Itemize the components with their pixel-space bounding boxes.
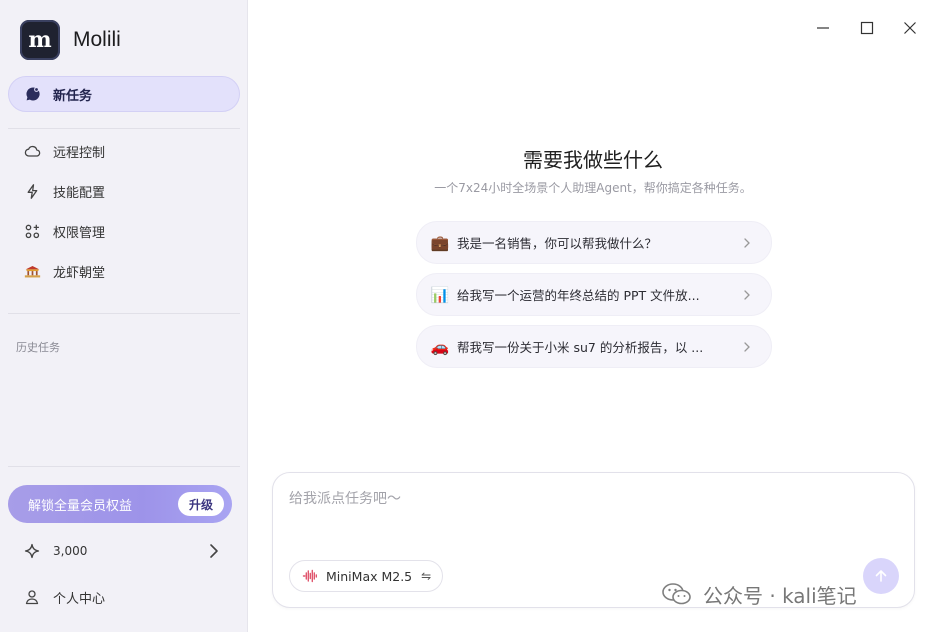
sidebar: m Molili 新任务 远程控制 技能配置 权限管理 龙虾朝堂 历史任务 解锁… [0, 0, 248, 632]
page-title: 需要我做些什么 [523, 148, 663, 172]
divider [8, 128, 240, 129]
suggestion-text: 给我写一个运营的年终总结的 PPT 文件放... [457, 288, 700, 303]
bar-chart-icon: 📊 [430, 285, 450, 304]
arrow-up-icon [875, 570, 887, 582]
sidebar-item-remote-control[interactable]: 远程控制 [24, 139, 105, 163]
divider [8, 313, 240, 314]
maximize-icon [860, 21, 874, 35]
chevron-right-icon [743, 341, 751, 353]
switch-model-icon: ⇋ [421, 569, 432, 583]
minimize-button[interactable] [812, 17, 834, 39]
suggestion-text: 帮我写一份关于小米 su7 的分析报告，以 ... [457, 340, 704, 355]
task-input[interactable] [289, 487, 889, 511]
watermark: 公众号 · kali笔记 [662, 580, 857, 608]
chevron-right-icon [208, 542, 220, 560]
sidebar-item-permissions[interactable]: 权限管理 [24, 219, 105, 243]
new-task-button[interactable]: 新任务 [8, 76, 240, 112]
history-section-title: 历史任务 [16, 341, 60, 354]
sidebar-item-label: 技能配置 [53, 185, 106, 201]
model-selector[interactable]: MiniMax M2.5 ⇋ [289, 560, 444, 592]
sparkle-icon [24, 543, 40, 559]
car-icon: 🚗 [430, 337, 450, 356]
minimax-logo-icon [302, 568, 318, 584]
brand: m Molili [20, 20, 121, 60]
model-name: MiniMax M2.5 [326, 568, 413, 584]
suggestion-ppt-summary[interactable]: 📊 给我写一个运营的年终总结的 PPT 文件放... [416, 273, 772, 316]
app-name: Molili [73, 28, 121, 51]
suggestion-sales[interactable]: 💼 我是一名销售，你可以帮我做什么？ [416, 221, 772, 264]
wechat-icon [662, 582, 692, 606]
profile-center-label: 个人中心 [53, 591, 106, 607]
logo-letter: m [28, 27, 52, 53]
maximize-button[interactable] [856, 17, 878, 39]
chevron-right-icon [743, 237, 751, 249]
suggestion-su7-report[interactable]: 🚗 帮我写一份关于小米 su7 的分析报告，以 ... [416, 325, 772, 368]
upgrade-button[interactable]: 升级 [177, 492, 224, 516]
cloud-icon [24, 143, 41, 160]
profile-center[interactable]: 个人中心 [24, 586, 105, 608]
minimize-icon [817, 27, 829, 29]
points-value: 3,000 [53, 544, 88, 558]
sidebar-item-label: 远程控制 [53, 145, 106, 161]
sidebar-item-label: 权限管理 [53, 225, 106, 241]
membership-upgrade-card[interactable]: 解锁全量会员权益 升级 [8, 485, 232, 523]
sidebar-item-lobster-court[interactable]: 龙虾朝堂 [24, 259, 105, 283]
membership-upgrade-label: 解锁全量会员权益 [28, 498, 133, 514]
briefcase-icon: 💼 [430, 233, 450, 252]
points-balance[interactable]: 3,000 [24, 540, 224, 562]
new-task-label: 新任务 [53, 88, 93, 104]
page-subtitle: 一个7x24小时全场景个人助理Agent，帮你搞定各种任务。 [434, 181, 752, 195]
apps-grid-icon [24, 223, 41, 240]
sidebar-item-label: 龙虾朝堂 [53, 265, 106, 281]
lightning-icon [24, 183, 41, 200]
sidebar-item-skills[interactable]: 技能配置 [24, 179, 105, 203]
suggestion-text: 我是一名销售，你可以帮我做什么？ [457, 236, 658, 251]
app-logo: m [20, 20, 60, 60]
chat-bubble-icon [25, 86, 41, 102]
chevron-right-icon [743, 289, 751, 301]
divider [8, 466, 240, 467]
palace-icon [24, 263, 41, 280]
watermark-text: 公众号 · kali笔记 [703, 583, 857, 608]
user-icon [24, 589, 40, 605]
close-button[interactable] [899, 17, 921, 39]
send-button[interactable] [863, 558, 899, 594]
close-icon [904, 22, 916, 34]
